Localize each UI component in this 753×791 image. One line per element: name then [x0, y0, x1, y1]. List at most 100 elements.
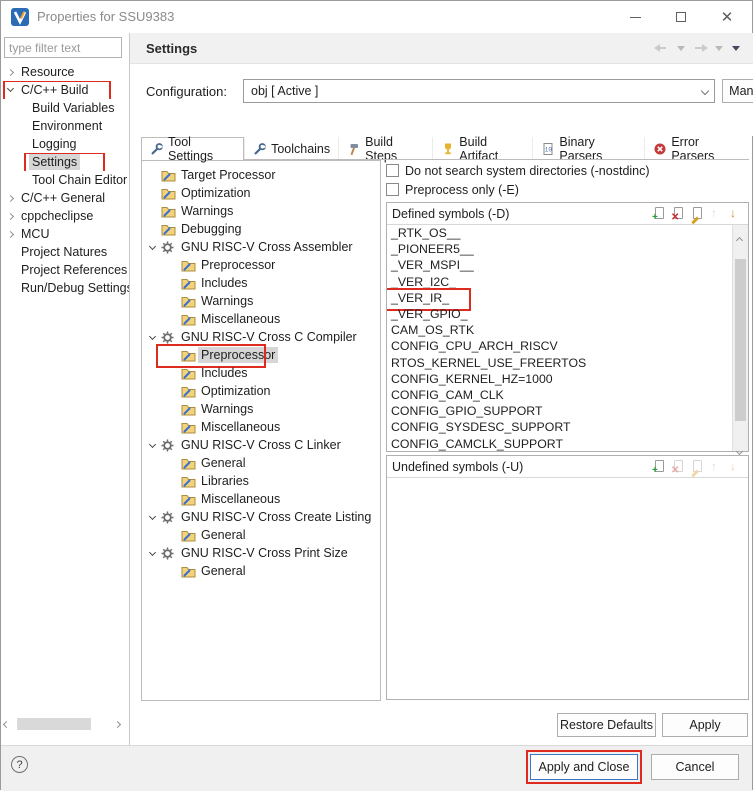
sidebar-item[interactable]: C/C++ General — [1, 189, 129, 207]
symbol-row[interactable]: CONFIG_CAM_CLK — [387, 387, 748, 403]
sidebar-item[interactable]: Settings — [1, 153, 129, 171]
symbol-row[interactable]: CAM_OS_RTK — [387, 322, 748, 338]
filter-input[interactable] — [4, 37, 122, 58]
scroll-right-icon[interactable] — [115, 719, 125, 729]
symbol-row[interactable]: CONFIG_CAMCLK_SUPPORT — [387, 435, 748, 451]
tool-tree-item[interactable]: GNU RISC-V Cross Print Size — [142, 544, 380, 562]
tool-tree-item[interactable]: Warnings — [142, 292, 380, 310]
tool-tree-item[interactable]: Debugging — [142, 220, 380, 238]
tool-tree-item[interactable]: Warnings — [142, 202, 380, 220]
tool-tree-item[interactable]: Libraries — [142, 472, 380, 490]
move-down-icon[interactable]: ↓ — [728, 459, 743, 474]
restore-defaults-button[interactable]: Restore Defaults — [557, 713, 656, 737]
move-up-icon[interactable]: ↑ — [709, 459, 724, 474]
close-button[interactable]: ✕ — [704, 1, 750, 33]
tab-build-artifact[interactable]: Build Artifact — [432, 137, 532, 160]
tool-settings-tree: Target Processor — [141, 160, 381, 701]
tab-tool-settings[interactable]: Tool Settings — [141, 137, 244, 160]
scrollbar-thumb[interactable] — [735, 259, 746, 421]
symbols-scrollbar[interactable] — [732, 225, 748, 451]
tool-tree-item[interactable]: Target Processor — [142, 166, 380, 184]
tool-tree-item[interactable]: General — [142, 454, 380, 472]
symbol-row[interactable]: CONFIG_KERNEL_HZ=1000 — [387, 371, 748, 387]
symbol-row[interactable]: _RTK_OS__ — [387, 225, 748, 241]
defined-symbols-list[interactable]: _RTK_OS__ _PIONEER5__ _VER_MSPI__ _VER_I… — [387, 225, 748, 451]
tool-tree-item[interactable]: Warnings — [142, 400, 380, 418]
checkbox[interactable] — [386, 183, 399, 196]
sidebar-item[interactable]: Resource — [1, 63, 129, 81]
symbol-row[interactable]: _VER_IR_ — [387, 290, 748, 306]
sidebar-item[interactable]: cppcheclipse — [1, 207, 129, 225]
apply-button[interactable]: Apply — [662, 713, 748, 737]
forward-menu-icon[interactable] — [715, 46, 723, 51]
apply-and-close-button[interactable]: Apply and Close — [530, 754, 638, 780]
sidebar-item[interactable]: Logging — [1, 135, 129, 153]
tool-tree-item-label: GNU RISC-V Cross Create Listing — [178, 509, 374, 525]
tool-tree-item[interactable]: GNU RISC-V Cross C Linker — [142, 436, 380, 454]
sidebar-horizontal-scrollbar[interactable] — [1, 715, 129, 733]
defined-symbols-title: Defined symbols (-D) — [392, 207, 652, 221]
sidebar-item[interactable]: Project References — [1, 261, 129, 279]
configuration-select[interactable]: obj [ Active ] — [243, 79, 715, 103]
help-button[interactable]: ? — [11, 756, 28, 773]
tool-tree-item[interactable]: General — [142, 562, 380, 580]
view-menu-icon[interactable] — [732, 46, 740, 51]
sidebar-item[interactable]: Project Natures — [1, 243, 129, 261]
tool-tree-item[interactable]: Miscellaneous — [142, 310, 380, 328]
tool-tree-item[interactable]: General — [142, 526, 380, 544]
scroll-up-icon[interactable] — [737, 230, 744, 237]
tool-tree-item[interactable]: Includes — [142, 364, 380, 382]
chevron-icon — [4, 70, 18, 75]
tool-tree-item[interactable]: Optimization — [142, 184, 380, 202]
tool-tree-item[interactable]: Miscellaneous — [142, 490, 380, 508]
forward-icon[interactable] — [694, 43, 706, 53]
preprocess-only-option[interactable]: Preprocess only (-E) — [386, 180, 749, 199]
move-up-icon[interactable]: ↑ — [709, 206, 724, 221]
back-icon[interactable] — [656, 43, 668, 53]
tool-tree-item[interactable]: Preprocessor — [142, 346, 380, 364]
manage-configurations-button[interactable]: Manage Configurations... — [722, 79, 753, 103]
sidebar-item[interactable]: MCU — [1, 225, 129, 243]
tab-build-steps[interactable]: Build Steps — [338, 137, 432, 160]
scrollbar-thumb[interactable] — [17, 718, 91, 730]
minimize-button[interactable] — [612, 1, 658, 33]
sidebar-item[interactable]: Environment — [1, 117, 129, 135]
symbol-row[interactable]: CONFIG_SYSDESC_SUPPORT — [387, 419, 748, 435]
sidebar-item[interactable]: C/C++ Build — [1, 81, 129, 99]
tool-tree-item-label: Debugging — [178, 221, 244, 237]
add-symbol-icon[interactable]: + — [652, 459, 667, 474]
nostdinc-option[interactable]: Do not search system directories (-nostd… — [386, 161, 749, 180]
checkbox[interactable] — [386, 164, 399, 177]
symbol-row[interactable]: _VER_GPIO_ — [387, 306, 748, 322]
scroll-left-icon[interactable] — [4, 719, 14, 729]
tool-tree-item[interactable]: Miscellaneous — [142, 418, 380, 436]
symbol-row[interactable]: CONFIG_GPIO_SUPPORT — [387, 403, 748, 419]
delete-symbol-icon[interactable]: ✕ — [671, 206, 686, 221]
move-down-icon[interactable]: ↓ — [728, 206, 743, 221]
sidebar-item[interactable]: Build Variables — [1, 99, 129, 117]
symbol-row[interactable]: RTOS_KERNEL_USE_FREERTOS — [387, 355, 748, 371]
edit-symbol-icon[interactable] — [690, 459, 705, 474]
sidebar-item[interactable]: Tool Chain Editor — [1, 171, 129, 189]
maximize-button[interactable] — [658, 1, 704, 33]
delete-symbol-icon[interactable]: ✕ — [671, 459, 686, 474]
tool-tree-item[interactable]: Includes — [142, 274, 380, 292]
tab-binary-parsers[interactable]: 10 Binary Parsers — [532, 137, 644, 160]
symbol-row[interactable]: CONFIG_CPU_ARCH_RISCV — [387, 338, 748, 354]
symbol-row[interactable]: _PIONEER5__ — [387, 241, 748, 257]
edit-symbol-icon[interactable] — [690, 206, 705, 221]
tab-toolchains[interactable]: Toolchains — [244, 137, 338, 160]
cancel-button[interactable]: Cancel — [651, 754, 739, 780]
tool-tree-item[interactable]: GNU RISC-V Cross Create Listing — [142, 508, 380, 526]
settings-folder-icon — [181, 349, 196, 362]
add-symbol-icon[interactable]: + — [652, 206, 667, 221]
tab-error-parsers[interactable]: Error Parsers — [644, 137, 749, 160]
tool-tree-item-label: Includes — [198, 275, 251, 291]
scroll-down-icon[interactable] — [737, 441, 744, 448]
symbol-row[interactable]: _VER_MSPI__ — [387, 257, 748, 273]
tool-tree-item[interactable]: GNU RISC-V Cross Assembler — [142, 238, 380, 256]
tool-tree-item[interactable]: Preprocessor — [142, 256, 380, 274]
back-menu-icon[interactable] — [677, 46, 685, 51]
sidebar-item[interactable]: Run/Debug Settings — [1, 279, 129, 297]
tool-tree-item[interactable]: Optimization — [142, 382, 380, 400]
